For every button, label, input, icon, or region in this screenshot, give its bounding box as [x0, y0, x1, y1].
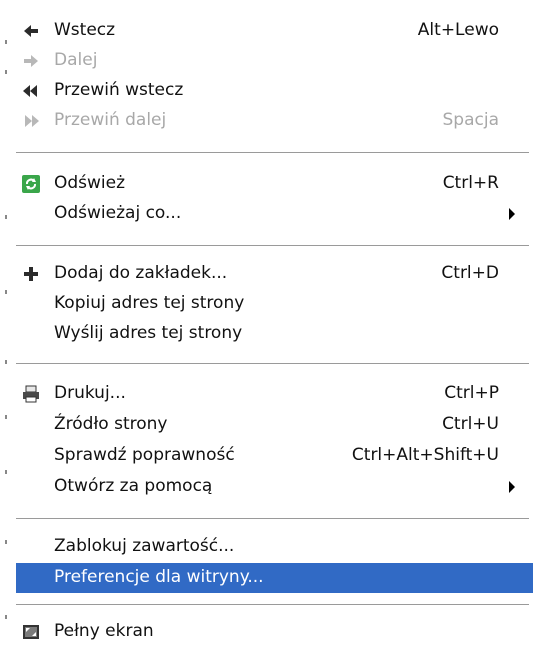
rewind-icon: [23, 85, 37, 97]
menu-item-label: Preferencje dla witryny...: [54, 567, 264, 587]
menu-item-block-content[interactable]: Zablokuj zawartość...: [16, 532, 529, 562]
menu-separator: [16, 363, 529, 364]
menu-item-back[interactable]: Wstecz Alt+Lewo: [16, 16, 529, 46]
menu-item-label: Przewiń wstecz: [54, 80, 184, 100]
menu-item-label: Dalej: [54, 50, 98, 70]
menu-item-rewind[interactable]: Przewiń wstecz: [16, 76, 529, 106]
menu-item-copy-address[interactable]: Kopiuj adres tej strony: [16, 289, 529, 319]
menu-item-label: Wyślij adres tej strony: [54, 323, 243, 343]
back-arrow-icon: [24, 25, 38, 37]
fast-forward-icon: [25, 115, 39, 127]
menu-item-shortcut: Ctrl+D: [441, 263, 499, 283]
submenu-arrow-icon: [509, 481, 515, 493]
menu-item-label: Dodaj do zakładek...: [54, 263, 228, 283]
menu-item-add-bookmark[interactable]: Dodaj do zakładek... Ctrl+D: [16, 259, 529, 289]
refresh-icon: [22, 175, 40, 193]
menu-separator: [16, 518, 529, 519]
menu-separator: [16, 604, 529, 605]
menu-item-page-source[interactable]: Źródło strony Ctrl+U: [16, 410, 529, 440]
add-bookmark-icon: [24, 267, 38, 281]
menu-item-label: Odświeżaj co...: [54, 203, 182, 223]
window-edge: [0, 0, 12, 648]
menu-item-label: Źródło strony: [54, 414, 168, 434]
menu-item-label: Kopiuj adres tej strony: [54, 293, 245, 313]
menu-item-shortcut: Ctrl+R: [442, 173, 499, 193]
menu-separator: [16, 152, 529, 153]
menu-item-send-address[interactable]: Wyślij adres tej strony: [16, 319, 529, 349]
edge-dots: [5, 40, 7, 619]
forward-arrow-icon: [24, 55, 38, 67]
menu-item-label: Przewiń dalej: [54, 110, 167, 130]
menu-item-fullscreen[interactable]: Pełny ekran: [16, 617, 529, 647]
menu-item-validate[interactable]: Sprawdź poprawność Ctrl+Alt+Shift+U: [16, 441, 529, 471]
menu-item-label: Zablokuj zawartość...: [54, 536, 235, 556]
context-menu: Wstecz Alt+Lewo Dalej Przewiń wstecz Prz…: [12, 0, 533, 648]
menu-item-fast-forward[interactable]: Przewiń dalej Spacja: [16, 106, 529, 136]
menu-item-shortcut: Ctrl+P: [444, 383, 499, 403]
menu-item-shortcut: Ctrl+Alt+Shift+U: [351, 445, 499, 465]
submenu-arrow-icon: [509, 208, 515, 220]
menu-item-label: Sprawdź poprawność: [54, 445, 235, 465]
menu-item-label: Otwórz za pomocą: [54, 476, 213, 496]
menu-item-print[interactable]: Drukuj... Ctrl+P: [16, 379, 529, 409]
menu-item-label: Drukuj...: [54, 383, 126, 403]
menu-item-open-with[interactable]: Otwórz za pomocą: [16, 472, 529, 502]
menu-item-label: Wstecz: [54, 20, 116, 40]
fullscreen-icon: [23, 625, 39, 639]
menu-item-label: Pełny ekran: [54, 621, 154, 641]
menu-item-label: Odśwież: [54, 173, 126, 193]
menu-item-shortcut: Ctrl+U: [442, 414, 499, 434]
menu-item-refresh[interactable]: Odśwież Ctrl+R: [16, 169, 529, 199]
menu-item-shortcut: Spacja: [442, 110, 500, 130]
printer-icon: [23, 385, 39, 403]
menu-item-site-preferences[interactable]: Preferencje dla witryny...: [16, 563, 533, 593]
menu-item-shortcut: Alt+Lewo: [417, 20, 499, 40]
menu-separator: [16, 245, 529, 246]
menu-item-forward[interactable]: Dalej: [16, 46, 529, 76]
menu-item-refresh-every[interactable]: Odświeżaj co...: [16, 199, 529, 229]
